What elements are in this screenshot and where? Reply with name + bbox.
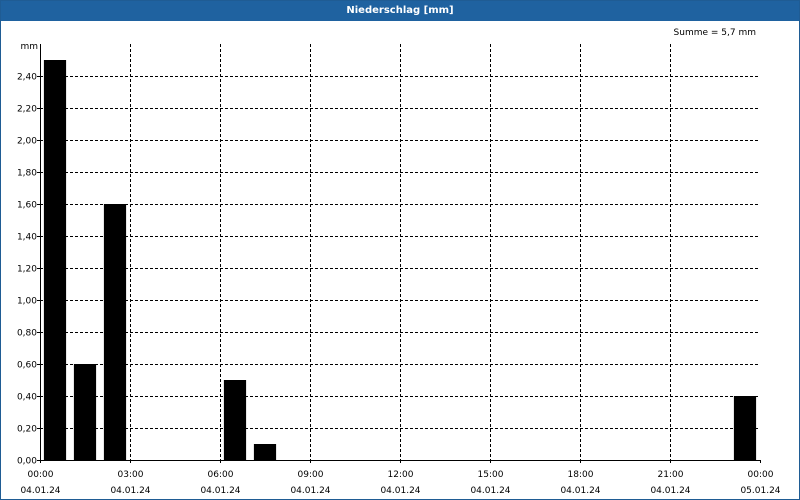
x-tick-time: 00:00 [748, 470, 774, 480]
x-tick-date: 04.01.24 [560, 486, 600, 496]
y-tick-label: 1,20 [17, 265, 37, 275]
sum-label: Summe = 5,7 mm [674, 28, 756, 38]
x-tick-date: 04.01.24 [110, 486, 150, 496]
x-tick-date: 04.01.24 [200, 486, 240, 496]
precipitation-bar [253, 444, 277, 460]
x-tick-date: 04.01.24 [20, 486, 60, 496]
x-tick-date: 05.01.24 [740, 486, 780, 496]
precipitation-bar [43, 60, 67, 460]
y-tick-label: 1,80 [17, 169, 37, 179]
y-tick-label: 1,00 [17, 297, 37, 307]
y-tick-label: 2,40 [17, 73, 37, 83]
y-tick-label: 0,00 [17, 457, 37, 467]
y-tick-label: 2,00 [17, 137, 37, 147]
y-tick-labels: 0,00 0,20 0,40 0,60 0,80 1,00 1,20 1,40 1,60 1,80… [17, 73, 37, 467]
x-tick-time: 21:00 [658, 470, 684, 480]
y-tick-label: 2,20 [17, 105, 37, 115]
x-tick-time: 00:00 [28, 470, 54, 480]
y-tick-label: 1,60 [17, 201, 37, 211]
x-tick-time: 06:00 [208, 470, 234, 480]
y-tick-label: 0,40 [17, 393, 37, 403]
precipitation-bar [103, 204, 127, 460]
x-tick-time: 12:00 [388, 470, 414, 480]
x-tick-time: 15:00 [478, 470, 504, 480]
grid-lines [40, 44, 760, 460]
precipitation-chart: Summe = 5,7 mm mm 0,00 0,20 0,40 0,60 0,80 1,… [17, 28, 781, 496]
y-axis-unit: mm [20, 42, 38, 52]
precipitation-bar [223, 380, 247, 460]
precipitation-bar [73, 364, 97, 460]
y-tick-label: 0,60 [17, 361, 37, 371]
y-tick-label: 0,20 [17, 425, 37, 435]
x-tick-time: 09:00 [298, 470, 324, 480]
x-tick-labels: 00:00 04.01.24 03:00 04.01.24 06:00 04.01.24 0… [20, 470, 780, 496]
x-tick-date: 04.01.24 [470, 486, 510, 496]
axes [37, 44, 761, 463]
x-tick-time: 03:00 [118, 470, 144, 480]
x-tick-date: 04.01.24 [650, 486, 690, 496]
y-tick-label: 0,80 [17, 329, 37, 339]
precipitation-bar [733, 396, 757, 460]
x-tick-time: 18:00 [568, 470, 594, 480]
y-tick-label: 1,40 [17, 233, 37, 243]
x-tick-date: 04.01.24 [290, 486, 330, 496]
x-tick-date: 04.01.24 [380, 486, 420, 496]
